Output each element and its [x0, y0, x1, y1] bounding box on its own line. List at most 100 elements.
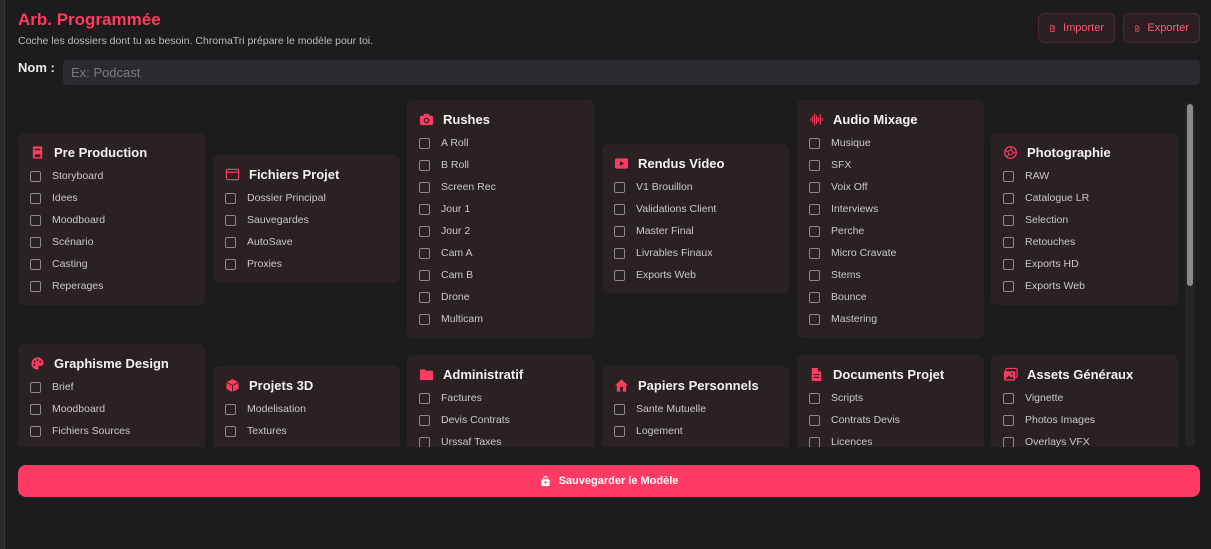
folder-option[interactable]: Livrables Finaux — [614, 242, 777, 264]
folder-checkbox[interactable] — [1003, 170, 1014, 182]
folder-checkbox[interactable] — [809, 247, 820, 259]
folder-option[interactable]: Stems — [809, 264, 972, 286]
folder-option[interactable]: Jour 1 — [419, 198, 582, 220]
folder-option[interactable]: Dossier Principal — [225, 187, 388, 209]
folder-checkbox[interactable] — [30, 381, 41, 393]
folder-checkbox[interactable] — [30, 258, 41, 270]
folder-checkbox[interactable] — [809, 291, 820, 303]
folder-checkbox[interactable] — [225, 192, 236, 204]
folder-option[interactable]: Musique — [809, 132, 972, 154]
folder-checkbox[interactable] — [225, 258, 236, 270]
folder-checkbox[interactable] — [419, 159, 430, 171]
folder-option[interactable]: Exports Web — [614, 264, 777, 286]
folder-option[interactable]: Animations — [225, 442, 388, 447]
folder-checkbox[interactable] — [225, 425, 236, 437]
folder-checkbox[interactable] — [419, 203, 430, 215]
folder-checkbox[interactable] — [1003, 280, 1014, 292]
folder-checkbox[interactable] — [1003, 436, 1014, 447]
folder-option[interactable]: V1 Brouillon — [614, 176, 777, 198]
folder-option[interactable]: Exports HD — [1003, 253, 1166, 275]
folder-checkbox[interactable] — [614, 181, 625, 193]
folder-option[interactable]: Typographies — [30, 442, 193, 447]
folder-checkbox[interactable] — [809, 137, 820, 149]
folder-option[interactable]: Casting — [30, 253, 193, 275]
folder-option[interactable]: Logement — [614, 420, 777, 442]
folder-checkbox[interactable] — [419, 137, 430, 149]
folder-checkbox[interactable] — [809, 392, 820, 404]
folder-option[interactable]: Modelisation — [225, 398, 388, 420]
folder-option[interactable]: Overlays VFX — [1003, 431, 1166, 447]
folder-option[interactable]: Perche — [809, 220, 972, 242]
folder-checkbox[interactable] — [225, 214, 236, 226]
folder-template-grid[interactable]: Pre Production Storyboard Idees Moodboard Sc… — [18, 95, 1180, 447]
folder-option[interactable]: Interviews — [809, 198, 972, 220]
folder-option[interactable]: Storyboard — [30, 165, 193, 187]
folder-option[interactable]: Impots — [614, 442, 777, 447]
folder-option[interactable]: Catalogue LR — [1003, 187, 1166, 209]
folder-checkbox[interactable] — [614, 403, 625, 415]
folder-checkbox[interactable] — [419, 225, 430, 237]
folder-checkbox[interactable] — [809, 203, 820, 215]
folder-checkbox[interactable] — [614, 203, 625, 215]
folder-checkbox[interactable] — [1003, 236, 1014, 248]
folder-option[interactable]: Cam B — [419, 264, 582, 286]
folder-option[interactable]: Moodboard — [30, 398, 193, 420]
folder-checkbox[interactable] — [419, 436, 430, 447]
folder-checkbox[interactable] — [30, 425, 41, 437]
folder-checkbox[interactable] — [809, 181, 820, 193]
folder-option[interactable]: Sauvegardes — [225, 209, 388, 231]
folder-checkbox[interactable] — [809, 159, 820, 171]
folder-option[interactable]: Master Final — [614, 220, 777, 242]
folder-option[interactable]: Multicam — [419, 308, 582, 330]
folder-checkbox[interactable] — [419, 414, 430, 426]
save-template-button[interactable]: Sauvegarder le Modèle — [18, 465, 1200, 497]
folder-option[interactable]: Validations Client — [614, 198, 777, 220]
folder-checkbox[interactable] — [30, 170, 41, 182]
import-button[interactable]: Importer — [1038, 13, 1115, 43]
folder-option[interactable]: Vignette — [1003, 387, 1166, 409]
folder-option[interactable]: Scénario — [30, 231, 193, 253]
folder-checkbox[interactable] — [614, 225, 625, 237]
folder-option[interactable]: Moodboard — [30, 209, 193, 231]
folder-checkbox[interactable] — [809, 269, 820, 281]
folder-option[interactable]: A Roll — [419, 132, 582, 154]
folder-option[interactable]: Voix Off — [809, 176, 972, 198]
folder-option[interactable]: Drone — [419, 286, 582, 308]
folder-checkbox[interactable] — [30, 403, 41, 415]
folder-option[interactable]: Licences — [809, 431, 972, 447]
folder-checkbox[interactable] — [614, 425, 625, 437]
folder-checkbox[interactable] — [809, 414, 820, 426]
folder-checkbox[interactable] — [419, 181, 430, 193]
folder-option[interactable]: Sante Mutuelle — [614, 398, 777, 420]
folder-option[interactable]: Jour 2 — [419, 220, 582, 242]
folder-checkbox[interactable] — [419, 269, 430, 281]
folder-option[interactable]: Screen Rec — [419, 176, 582, 198]
folder-checkbox[interactable] — [1003, 414, 1014, 426]
folder-option[interactable]: Micro Cravate — [809, 242, 972, 264]
folder-checkbox[interactable] — [1003, 214, 1014, 226]
folder-checkbox[interactable] — [225, 403, 236, 415]
folder-option[interactable]: Devis Contrats — [419, 409, 582, 431]
folder-checkbox[interactable] — [809, 225, 820, 237]
folder-option[interactable]: RAW — [1003, 165, 1166, 187]
folder-checkbox[interactable] — [419, 392, 430, 404]
folder-checkbox[interactable] — [614, 269, 625, 281]
export-button[interactable]: Exporter — [1123, 13, 1200, 43]
folder-checkbox[interactable] — [809, 313, 820, 325]
folder-option[interactable]: Proxies — [225, 253, 388, 275]
folder-option[interactable]: Reperages — [30, 275, 193, 297]
folder-checkbox[interactable] — [30, 236, 41, 248]
folder-option[interactable]: Contrats Devis — [809, 409, 972, 431]
folder-checkbox[interactable] — [1003, 392, 1014, 404]
folder-checkbox[interactable] — [30, 214, 41, 226]
folder-checkbox[interactable] — [1003, 192, 1014, 204]
folder-option[interactable]: Factures — [419, 387, 582, 409]
folder-option[interactable]: Brief — [30, 376, 193, 398]
folder-option[interactable]: Bounce — [809, 286, 972, 308]
folder-checkbox[interactable] — [419, 291, 430, 303]
name-input[interactable] — [63, 60, 1200, 85]
folder-checkbox[interactable] — [1003, 258, 1014, 270]
scrollbar-thumb[interactable] — [1187, 104, 1193, 286]
folder-checkbox[interactable] — [419, 313, 430, 325]
folder-checkbox[interactable] — [30, 280, 41, 292]
